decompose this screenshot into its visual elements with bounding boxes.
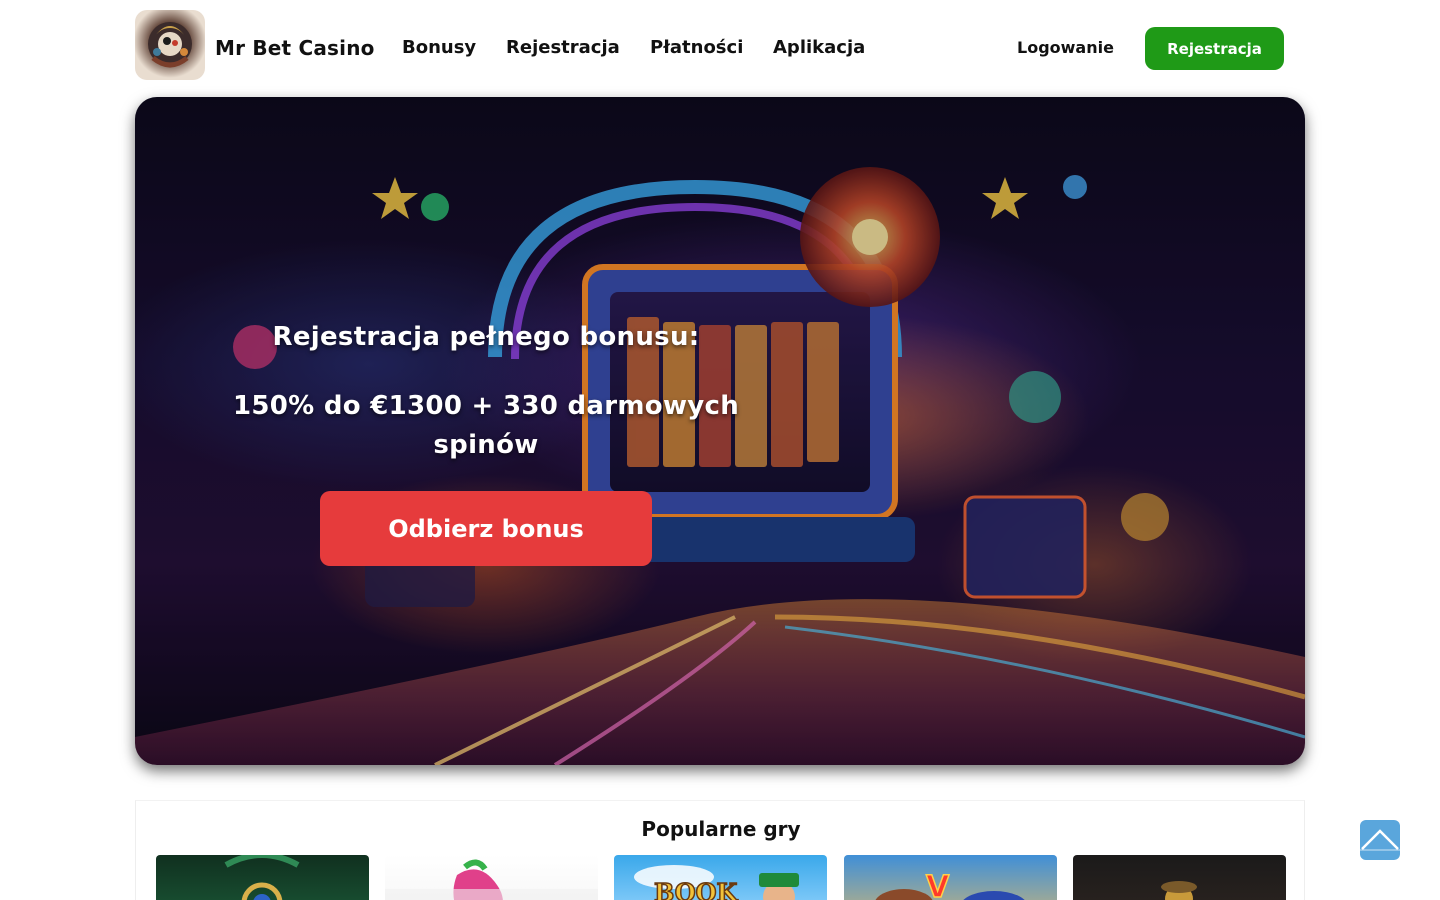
nav-item-aplikacja[interactable]: Aplikacja <box>773 37 865 58</box>
game-art-4: V <box>844 855 1057 900</box>
game-4-title: V <box>926 870 950 900</box>
game-art-3: BOOK <box>634 865 799 900</box>
game-3-title: BOOK <box>654 878 739 900</box>
claim-bonus-button[interactable]: Odbierz bonus <box>320 491 652 566</box>
game-art-5 <box>1161 881 1197 900</box>
game-art-1 <box>224 855 300 900</box>
game-thumbnail-1[interactable] <box>156 855 369 900</box>
game-art-2 <box>385 859 598 900</box>
chevron-up-icon <box>1360 829 1400 851</box>
login-link[interactable]: Logowanie <box>1017 38 1114 57</box>
site-header: Mr Bet Casino Bonusy Rejestracja Płatnoś… <box>0 0 1440 97</box>
game-thumbnail-2[interactable] <box>385 855 598 900</box>
nav-item-bonusy[interactable]: Bonusy <box>402 37 476 58</box>
nav-item-rejestracja[interactable]: Rejestracja <box>506 37 620 58</box>
scroll-to-top-button[interactable] <box>1360 820 1400 860</box>
nav-item-platnosci[interactable]: Płatności <box>650 37 743 58</box>
popular-games-title: Popularne gry <box>641 817 801 841</box>
hero-subtitle: 150% do €1300 + 330 darmowych spinów <box>232 391 740 460</box>
hero-banner: Rejestracja pełnego bonusu: 150% do €130… <box>135 97 1305 765</box>
register-button[interactable]: Rejestracja <box>1145 27 1284 70</box>
hero-title: Rejestracja pełnego bonusu: <box>272 322 700 352</box>
brand-name[interactable]: Mr Bet Casino <box>215 36 375 60</box>
game-thumbnail-4[interactable]: V <box>844 855 1057 900</box>
game-thumbnail-3[interactable]: BOOK <box>614 855 827 900</box>
game-thumbnail-5[interactable] <box>1073 855 1286 900</box>
popular-games-section: Popularne gry BOOK V <box>135 800 1305 900</box>
casino-logo-icon[interactable] <box>135 10 205 80</box>
